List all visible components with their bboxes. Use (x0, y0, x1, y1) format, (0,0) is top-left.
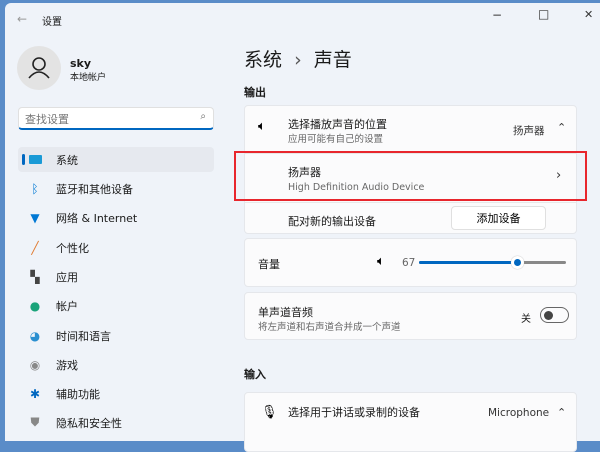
speaker-icon: 🔈︎ (258, 119, 266, 134)
microphone-icon: 🎙︎ (261, 405, 278, 420)
page-title: 声音 (313, 49, 352, 71)
volume-slider[interactable] (419, 256, 566, 269)
volume-slider-fill (419, 261, 518, 264)
chevron-up-icon[interactable]: ⌃ (557, 406, 566, 419)
wifi-icon: ▼ (30, 210, 40, 225)
input-card[interactable]: 🎙︎ 选择用于讲话或录制的设备 Microphone ⌃ (244, 392, 577, 452)
sidebar-item-network[interactable]: ▼ 网络 & Internet (18, 205, 214, 230)
sidebar-item-system[interactable]: 系统 (18, 147, 214, 172)
sidebar-item-bluetooth[interactable]: ᛒ 蓝牙和其他设备 (18, 176, 214, 201)
input-section-label: 输入 (244, 368, 266, 381)
output-selected-value: 扬声器 (513, 125, 545, 137)
brush-icon: ╱ (31, 240, 39, 255)
breadcrumb-separator: › (294, 49, 302, 71)
avatar[interactable] (17, 46, 61, 90)
sidebar-item-personalization[interactable]: ╱ 个性化 (18, 235, 214, 260)
minimize-button[interactable]: − (492, 8, 502, 22)
user-type: 本地帐户 (70, 73, 107, 83)
sidebar-item-apps[interactable]: ▚ 应用 (18, 264, 214, 289)
globe-clock-icon: ◕ (29, 328, 41, 343)
mono-audio-toggle[interactable] (540, 307, 569, 323)
maximize-button[interactable]: □ (538, 7, 549, 21)
mono-audio-card: 单声道音频 将左声道和右声道合并成一个声道 关 (244, 292, 577, 340)
search-icon[interactable]: ⌕ (200, 111, 206, 122)
monitor-icon (28, 153, 42, 167)
back-icon[interactable]: ← (17, 12, 27, 26)
sidebar-item-accessibility[interactable]: ✱ 辅助功能 (18, 381, 214, 406)
mono-state: 关 (521, 314, 531, 325)
sidebar-item-privacy[interactable]: ⛊ 隐私和安全性 (18, 410, 214, 435)
volume-value: 67 (402, 257, 416, 269)
output-section-label: 输出 (244, 86, 266, 99)
search-box[interactable]: ⌕ (18, 107, 214, 130)
breadcrumb-parent[interactable]: 系统 (244, 49, 282, 71)
add-device-button[interactable]: 添加设备 (451, 206, 546, 230)
gamepad-icon: ◉ (29, 357, 41, 372)
sidebar-item-gaming[interactable]: ◉ 游戏 (18, 352, 214, 377)
sidebar-item-time-language[interactable]: ◕ 时间和语言 (18, 323, 214, 348)
bluetooth-icon: ᛒ (31, 181, 39, 196)
shield-icon: ⛊ (30, 415, 40, 429)
user-name: sky (70, 57, 92, 70)
breadcrumb: 系统 › 声音 (244, 45, 352, 72)
volume-icon[interactable]: 🔈︎ (377, 254, 385, 269)
input-selected-value: Microphone (488, 407, 550, 419)
window-title: 设置 (42, 17, 62, 28)
sidebar-item-accounts[interactable]: ● 帐户 (18, 293, 214, 318)
apps-icon: ▚ (30, 269, 40, 284)
settings-window: ← 设置 − □ ✕ sky 本地帐户 ⌕ 系统 ᛒ蓝牙和其他设备 ▼网络 & … (5, 3, 600, 452)
person-icon (28, 57, 50, 79)
choose-output-row[interactable]: 🔈︎ 选择播放声音的位置 应用可能有自己的设置 扬声器 ⌃ (245, 106, 576, 151)
search-input[interactable] (19, 110, 179, 129)
close-button[interactable]: ✕ (584, 8, 593, 21)
account-icon: ● (29, 298, 41, 313)
divider (245, 202, 576, 203)
accessibility-icon: ✱ (29, 386, 41, 401)
chevron-up-icon[interactable]: ⌃ (557, 121, 566, 134)
volume-slider-thumb[interactable] (511, 256, 525, 269)
volume-card: 音量 🔈︎ 67 (244, 238, 577, 287)
highlight-box (234, 151, 587, 201)
selected-indicator (22, 154, 25, 165)
